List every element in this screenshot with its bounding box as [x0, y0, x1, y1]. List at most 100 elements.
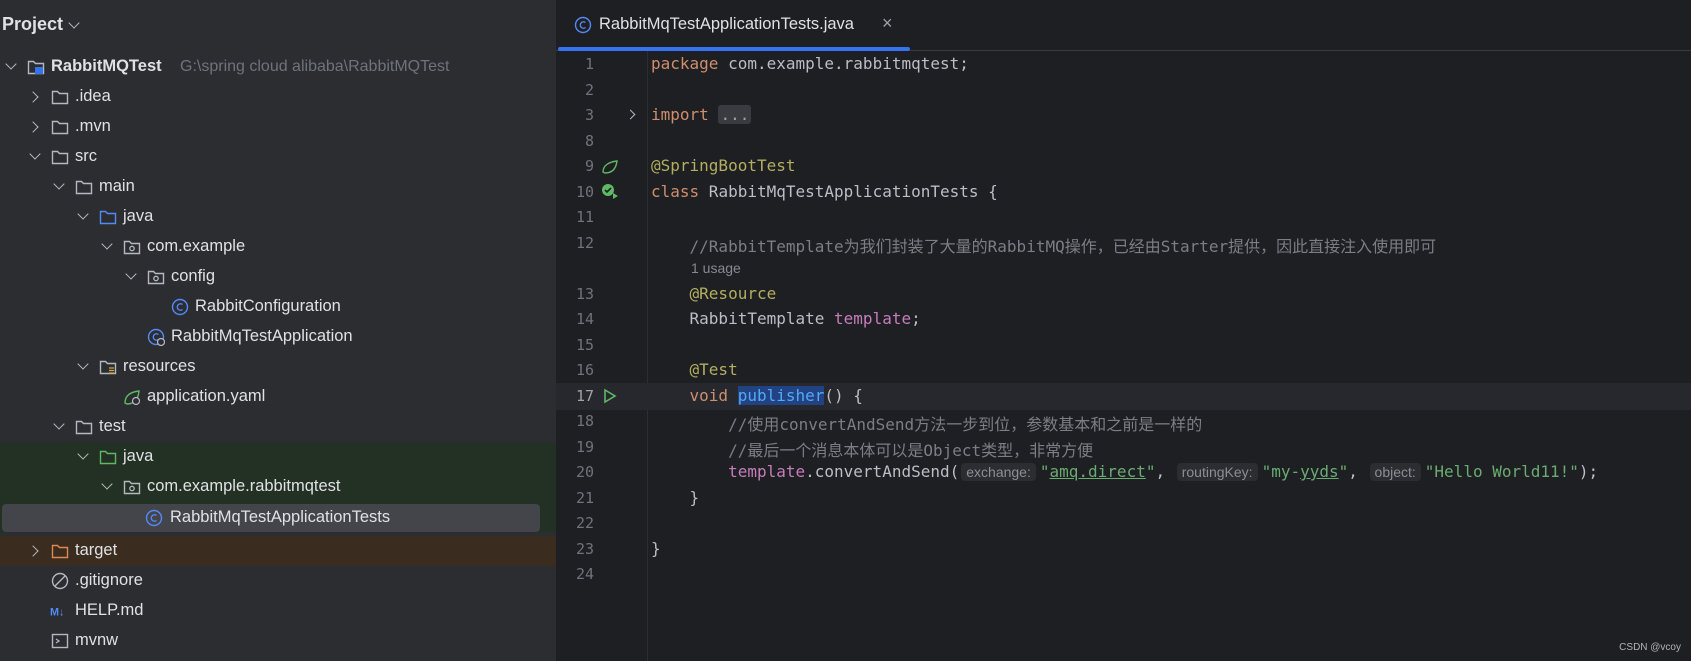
project-title[interactable]: Project	[2, 14, 63, 35]
code-line[interactable]: 16 @Test	[556, 357, 1691, 384]
code-token: ;	[911, 309, 921, 328]
code-line[interactable]: 23 }	[556, 536, 1691, 563]
code-editor[interactable]: 1 package com.example.rabbitmqtest; 2 3 …	[556, 51, 1691, 661]
chevron-down-icon[interactable]	[101, 238, 113, 250]
code-line-current[interactable]: 17 void publisher() {	[556, 383, 1691, 410]
package-icon	[123, 240, 141, 255]
code-line[interactable]: 20 template.convertAndSend(exchange: "amq…	[556, 459, 1691, 486]
project-header[interactable]: Project	[0, 0, 556, 50]
code-line[interactable]: 22	[556, 510, 1691, 537]
chevron-down-icon[interactable]	[68, 17, 80, 29]
tree-item-rabbit-mq-test-application-tests[interactable]: RabbitMqTestApplicationTests	[2, 504, 540, 532]
code-token: com.example.rabbitmqtest;	[718, 54, 969, 73]
tree-item-gitignore[interactable]: .gitignore	[0, 566, 556, 596]
tree-item-java-source[interactable]: java	[0, 202, 556, 232]
chevron-down-icon[interactable]	[101, 478, 113, 490]
code-token: RabbitTemplate	[651, 309, 835, 328]
tree-item-label: RabbitConfiguration	[195, 297, 341, 315]
folder-icon	[51, 90, 69, 105]
tree-item-label: main	[99, 177, 135, 195]
folder-icon	[75, 180, 93, 195]
code-line[interactable]: 13 @Resource	[556, 281, 1691, 308]
chevron-down-icon[interactable]	[53, 418, 65, 430]
field-name: template	[728, 462, 806, 481]
tree-item-package-config[interactable]: config	[0, 262, 556, 292]
excluded-folder-icon	[51, 544, 69, 559]
tree-item-label: config	[171, 267, 216, 285]
code-line[interactable]: 21 }	[556, 485, 1691, 512]
tree-item-resources[interactable]: resources	[0, 352, 556, 382]
code-vision-row: 1 usage	[556, 255, 1691, 282]
folded-imports[interactable]: ...	[718, 105, 752, 124]
code-line[interactable]: 24	[556, 561, 1691, 588]
tree-item-mvnw[interactable]: mvnw	[0, 626, 556, 656]
line-number: 17	[575, 387, 594, 405]
chevron-down-icon[interactable]	[53, 178, 65, 190]
comment: //使用convertAndSend方法一步到位，参数基本和之前是一样的	[651, 415, 1203, 434]
code-line[interactable]: 18 //使用convertAndSend方法一步到位，参数基本和之前是一样的	[556, 408, 1691, 435]
tree-item-rabbit-mq-test-application[interactable]: RabbitMqTestApplication	[0, 322, 556, 352]
line-number: 3	[584, 106, 594, 124]
chevron-right-icon[interactable]	[27, 91, 39, 103]
code-line[interactable]: 19 //最后一个消息本体可以是Object类型，非常方便	[556, 434, 1691, 461]
code-line[interactable]: 2	[556, 77, 1691, 104]
tree-item-idea[interactable]: .idea	[0, 82, 556, 112]
string-link[interactable]: yyds	[1300, 462, 1339, 481]
code-token: .convertAndSend(	[805, 462, 960, 481]
string-link[interactable]: amq.direct	[1050, 462, 1146, 481]
tree-item-package-com-example[interactable]: com.example	[0, 232, 556, 262]
code-line[interactable]: 11	[556, 204, 1691, 231]
chevron-down-icon[interactable]	[77, 358, 89, 370]
tree-item-mvn[interactable]: .mvn	[0, 112, 556, 142]
tree-item-label: RabbitMqTestApplication	[171, 327, 353, 345]
line-number: 24	[575, 565, 594, 583]
project-path: G:\spring cloud alibaba\RabbitMQTest	[180, 58, 450, 75]
tree-item-main[interactable]: main	[0, 172, 556, 202]
chevron-right-icon[interactable]	[27, 545, 39, 557]
code-line[interactable]: 3 import ...	[556, 102, 1691, 129]
tree-item-application-yaml[interactable]: application.yaml	[0, 382, 556, 412]
code-text: @Test	[651, 360, 738, 379]
code-line[interactable]: 8	[556, 128, 1691, 155]
module-folder-icon	[27, 60, 45, 75]
tree-item-package-rabbitmqtest[interactable]: com.example.rabbitmqtest	[0, 472, 556, 502]
spring-bean-icon[interactable]	[601, 158, 619, 174]
tree-item-target[interactable]: target	[0, 536, 556, 566]
code-text: }	[651, 539, 661, 558]
chevron-right-icon[interactable]	[27, 121, 39, 133]
tree-item-label: src	[75, 147, 97, 165]
run-tests-passed-icon[interactable]	[600, 182, 620, 202]
tab-rabbit-mq-test-application-tests[interactable]: RabbitMqTestApplicationTests.java ×	[557, 0, 910, 51]
fold-expand-icon[interactable]	[625, 109, 636, 120]
test-source-folder-icon	[99, 450, 117, 465]
chevron-down-icon[interactable]	[77, 208, 89, 220]
spring-config-icon	[124, 390, 141, 406]
code-text: }	[651, 488, 700, 507]
code-line[interactable]: 14 RabbitTemplate template;	[556, 306, 1691, 333]
code-line[interactable]: 10 class RabbitMqTestApplicationTests {	[556, 179, 1691, 206]
tree-item-test[interactable]: test	[0, 412, 556, 442]
chevron-down-icon[interactable]	[5, 58, 17, 70]
string: "	[1338, 462, 1349, 481]
chevron-down-icon[interactable]	[29, 148, 41, 160]
run-test-icon[interactable]	[603, 388, 617, 404]
class-icon	[574, 16, 592, 34]
tree-item-project-root[interactable]: RabbitMQTest G:\spring cloud alibaba\Rab…	[0, 52, 556, 82]
code-line[interactable]: 15	[556, 332, 1691, 359]
code-line[interactable]: 12 //RabbitTemplate为我们封装了大量的RabbitMQ操作，已…	[556, 230, 1691, 257]
tree-item-src[interactable]: src	[0, 142, 556, 172]
chevron-down-icon[interactable]	[77, 448, 89, 460]
editor-tab-bar: RabbitMqTestApplicationTests.java ×	[556, 0, 1691, 51]
chevron-down-icon[interactable]	[125, 268, 137, 280]
usage-hint[interactable]: 1 usage	[691, 260, 741, 276]
code-text: @Resource	[651, 284, 777, 303]
code-line[interactable]: 1 package com.example.rabbitmqtest;	[556, 51, 1691, 78]
tree-item-java-test[interactable]: java	[0, 442, 556, 472]
tree-item-label: .idea	[75, 87, 111, 105]
close-icon[interactable]: ×	[882, 13, 893, 34]
tree-item-help-md[interactable]: M↓ HELP.md	[0, 596, 556, 626]
tree-item-rabbit-configuration[interactable]: RabbitConfiguration	[0, 292, 556, 322]
code-line[interactable]: 9 @SpringBootTest	[556, 153, 1691, 180]
